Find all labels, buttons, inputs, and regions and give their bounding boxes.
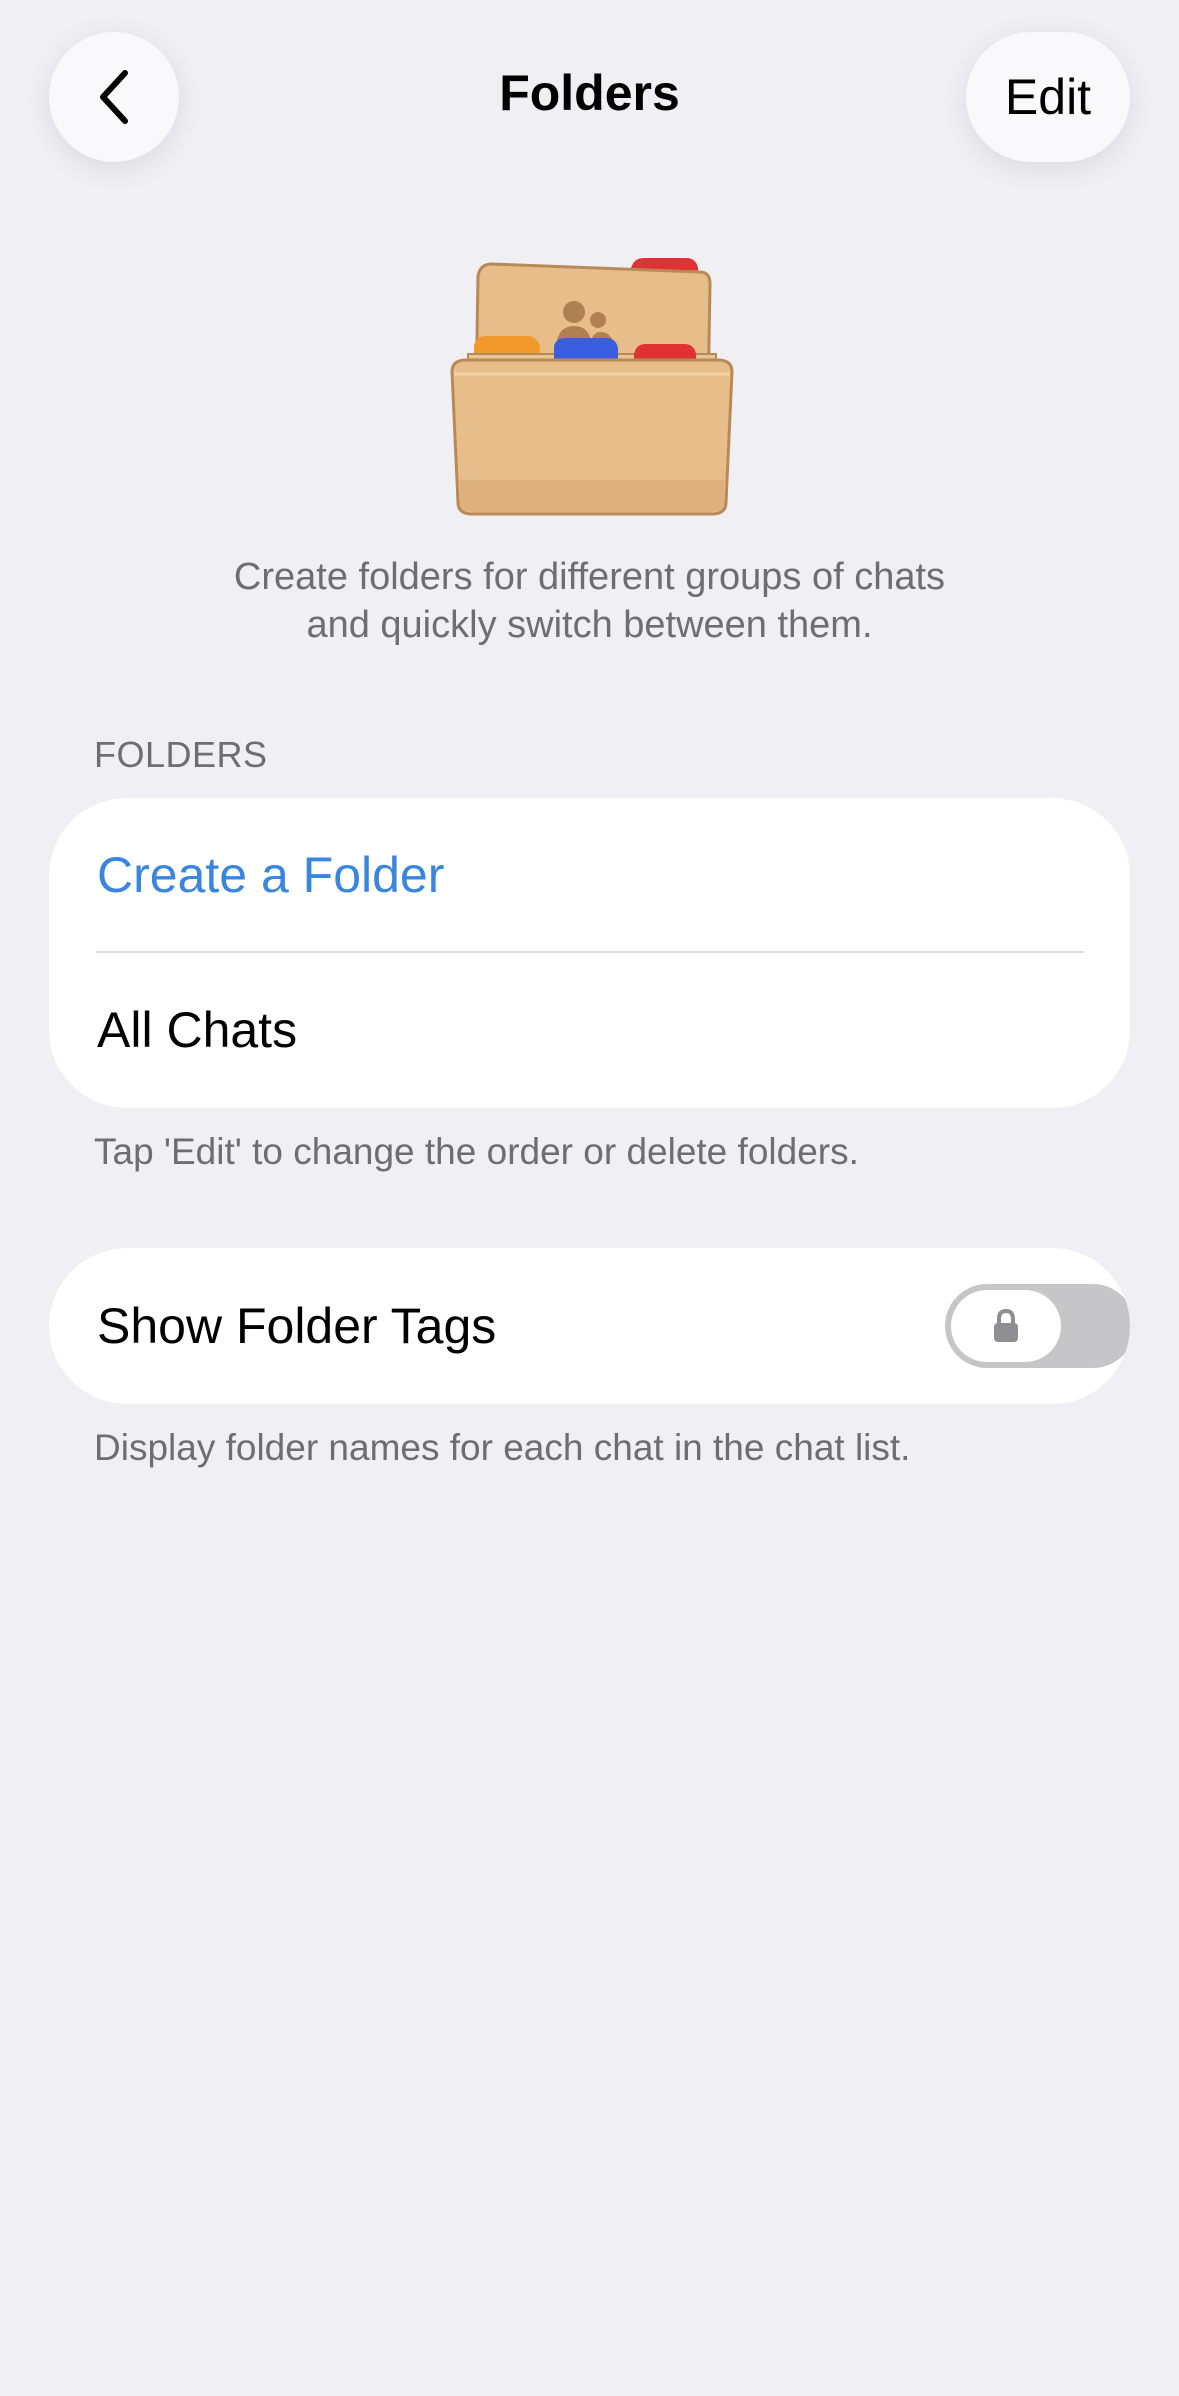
folder-row-all-chats[interactable]: All Chats [49,953,1130,1107]
folders-card: Create a Folder All Chats [49,798,1130,1108]
edit-button[interactable]: Edit [966,32,1130,162]
description: Create folders for different groups of c… [100,553,1079,649]
folders-footer-note: Tap 'Edit' to change the order or delete… [94,1131,859,1172]
toggle-knob [951,1290,1061,1362]
lock-icon [994,1308,1018,1342]
create-folder-label: Create a Folder [97,847,445,903]
description-line-1: Create folders for different groups of c… [233,556,946,598]
description-line-2: and quickly switch between them. [306,604,873,646]
folders-section-header: FOLDERS [94,734,268,775]
folder-tags-footer-note: Display folder names for each chat in th… [94,1427,911,1468]
create-folder-row[interactable]: Create a Folder [49,798,1130,952]
show-folder-tags-toggle[interactable] [945,1284,1130,1368]
folders-illustration-icon [450,258,734,516]
folder-label: All Chats [97,1002,298,1058]
show-folder-tags-label: Show Folder Tags [97,1298,497,1354]
navigation-bar: Folders Edit [0,0,1179,200]
folder-tags-card: Show Folder Tags [49,1248,1130,1404]
